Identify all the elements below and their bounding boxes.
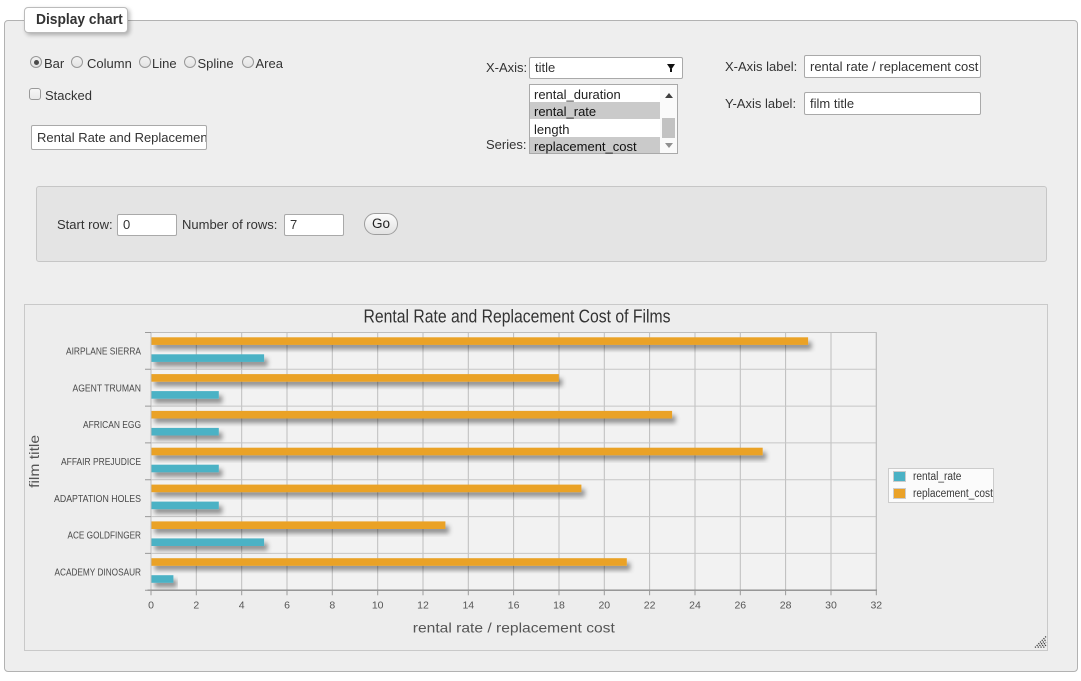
svg-text:30: 30 <box>825 600 837 612</box>
svg-text:22: 22 <box>644 600 656 612</box>
svg-text:14: 14 <box>462 600 474 612</box>
svg-text:16: 16 <box>508 600 520 612</box>
svg-text:24: 24 <box>689 600 701 612</box>
svg-text:20: 20 <box>598 600 610 612</box>
svg-text:6: 6 <box>284 600 290 612</box>
svg-text:AFRICAN EGG: AFRICAN EGG <box>83 419 141 431</box>
svg-text:32: 32 <box>870 600 882 612</box>
svg-text:rental rate / replacement cost: rental rate / replacement cost <box>413 619 615 635</box>
svg-text:ADAPTATION HOLES: ADAPTATION HOLES <box>54 493 141 505</box>
svg-text:AGENT TRUMAN: AGENT TRUMAN <box>73 382 142 394</box>
svg-text:4: 4 <box>239 600 245 612</box>
svg-text:28: 28 <box>780 600 792 612</box>
svg-text:12: 12 <box>417 600 429 612</box>
svg-text:2: 2 <box>193 600 199 612</box>
svg-text:18: 18 <box>553 600 565 612</box>
svg-text:8: 8 <box>329 600 335 612</box>
svg-text:film title: film title <box>26 435 42 488</box>
svg-text:Rental Rate and Replacement Co: Rental Rate and Replacement Cost of Film… <box>364 307 671 327</box>
svg-text:ACADEMY DINOSAUR: ACADEMY DINOSAUR <box>55 566 142 578</box>
svg-text:AIRPLANE SIERRA: AIRPLANE SIERRA <box>66 346 141 358</box>
svg-text:10: 10 <box>372 600 384 612</box>
svg-text:0: 0 <box>148 600 154 612</box>
svg-text:AFFAIR PREJUDICE: AFFAIR PREJUDICE <box>61 456 141 468</box>
svg-text:26: 26 <box>734 600 746 612</box>
svg-text:ACE GOLDFINGER: ACE GOLDFINGER <box>68 530 142 542</box>
